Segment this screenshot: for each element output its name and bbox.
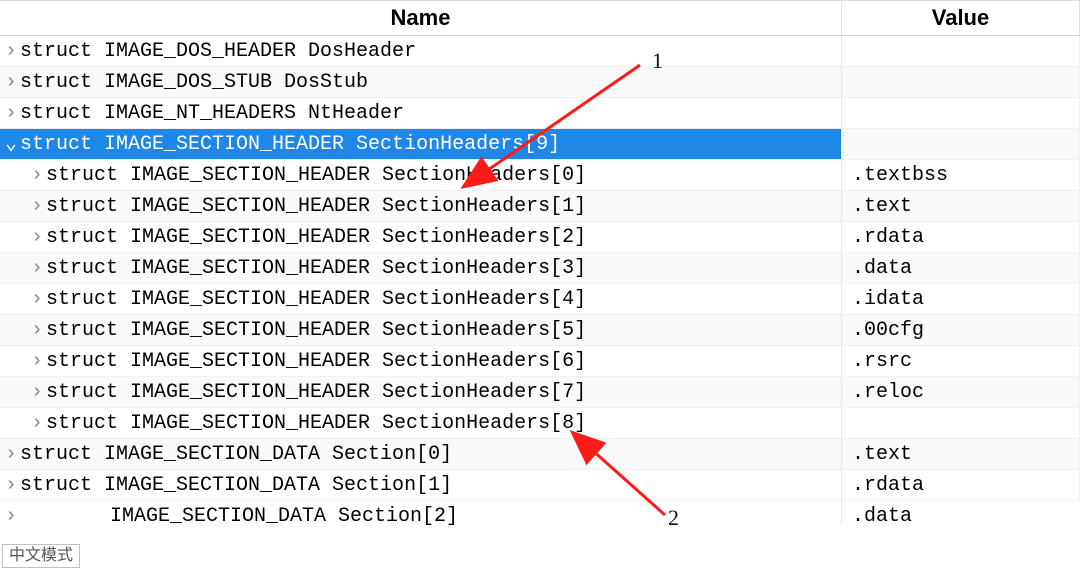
chevron-down-icon[interactable]: ⌄ — [2, 129, 20, 159]
chevron-right-icon[interactable]: › — [28, 160, 46, 190]
struct-name: struct IMAGE_DOS_HEADER DosHeader — [20, 40, 416, 63]
struct-name: struct IMAGE_NT_HEADERS NtHeader — [20, 102, 404, 125]
struct-value — [842, 129, 1080, 159]
struct-value: .reloc — [842, 377, 1080, 407]
struct-value: .data — [842, 501, 1080, 525]
struct-name: struct IMAGE_SECTION_HEADER SectionHeade… — [46, 288, 586, 311]
chevron-right-icon[interactable]: › — [28, 284, 46, 314]
struct-name: struct IMAGE_SECTION_HEADER SectionHeade… — [46, 350, 586, 373]
table-row[interactable]: ›struct IMAGE_SECTION_HEADER SectionHead… — [0, 346, 1080, 377]
struct-value: .rsrc — [842, 346, 1080, 376]
chevron-right-icon[interactable]: › — [28, 315, 46, 345]
struct-value — [842, 408, 1080, 438]
table-row[interactable]: ›struct IMAGE_SECTION_HEADER SectionHead… — [0, 377, 1080, 408]
table-header: Name Value — [0, 0, 1080, 36]
struct-value — [842, 67, 1080, 97]
struct-name: struct IMAGE_SECTION_HEADER SectionHeade… — [46, 226, 586, 249]
struct-value: .text — [842, 191, 1080, 221]
chevron-right-icon[interactable]: › — [2, 439, 20, 469]
struct-value — [842, 98, 1080, 128]
struct-value: .text — [842, 439, 1080, 469]
struct-name: struct IMAGE_SECTION_DATA Section[1] — [20, 474, 452, 497]
struct-name: struct IMAGE_SECTION_HEADER SectionHeade… — [46, 257, 586, 280]
struct-value: .rdata — [842, 470, 1080, 500]
struct-tree-table: Name Value ›struct IMAGE_DOS_HEADER DosH… — [0, 0, 1080, 525]
table-row[interactable]: ›struct IMAGE_SECTION_HEADER SectionHead… — [0, 315, 1080, 346]
struct-name: struct IMAGE_SECTION_HEADER SectionHeade… — [46, 381, 586, 404]
struct-name: struct IMAGE_SECTION_HEADER SectionHeade… — [46, 319, 586, 342]
table-row[interactable]: ⌄struct IMAGE_SECTION_HEADER SectionHead… — [0, 129, 1080, 160]
chevron-right-icon[interactable]: › — [2, 501, 20, 525]
struct-name: IMAGE_SECTION_DATA Section[2] — [20, 505, 458, 525]
chevron-right-icon[interactable]: › — [2, 98, 20, 128]
table-row[interactable]: ›struct IMAGE_DOS_HEADER DosHeader — [0, 36, 1080, 67]
struct-name: struct IMAGE_SECTION_HEADER SectionHeade… — [46, 195, 586, 218]
struct-name: struct IMAGE_SECTION_HEADER SectionHeade… — [20, 133, 560, 156]
struct-value: .textbss — [842, 160, 1080, 190]
header-name-label: Name — [391, 5, 451, 31]
chevron-right-icon[interactable]: › — [28, 222, 46, 252]
table-row[interactable]: ›struct IMAGE_SECTION_DATA Section[0] .te… — [0, 439, 1080, 470]
table-row[interactable]: ›struct IMAGE_SECTION_HEADER SectionHead… — [0, 222, 1080, 253]
struct-value: .00cfg — [842, 315, 1080, 345]
chevron-right-icon[interactable]: › — [28, 377, 46, 407]
table-row[interactable]: ›struct IMAGE_NT_HEADERS NtHeader — [0, 98, 1080, 129]
struct-value — [842, 36, 1080, 66]
struct-name: struct IMAGE_DOS_STUB DosStub — [20, 71, 368, 94]
chevron-right-icon[interactable]: › — [28, 408, 46, 438]
table-row[interactable]: ›struct IMAGE_SECTION_HEADER SectionHead… — [0, 191, 1080, 222]
chevron-right-icon[interactable]: › — [2, 67, 20, 97]
table-row[interactable]: ›struct IMAGE_SECTION_HEADER SectionHead… — [0, 284, 1080, 315]
chevron-right-icon[interactable]: › — [28, 253, 46, 283]
table-row[interactable]: ›struct IMAGE_SECTION_DATA Section[1] .rd… — [0, 470, 1080, 501]
struct-name: struct IMAGE_SECTION_DATA Section[0] — [20, 443, 452, 466]
ime-mode-badge: 中文模式 — [2, 544, 80, 568]
table-row[interactable]: ›IMAGE_SECTION_DATA Section[2] .data — [0, 501, 1080, 525]
header-value-label: Value — [932, 5, 989, 31]
table-row[interactable]: ›struct IMAGE_SECTION_HEADER SectionHead… — [0, 253, 1080, 284]
chevron-right-icon[interactable]: › — [28, 346, 46, 376]
struct-name: struct IMAGE_SECTION_HEADER SectionHeade… — [46, 412, 586, 435]
table-row[interactable]: ›struct IMAGE_SECTION_HEADER SectionHead… — [0, 160, 1080, 191]
header-value[interactable]: Value — [842, 1, 1080, 35]
struct-value: .idata — [842, 284, 1080, 314]
chevron-right-icon[interactable]: › — [2, 36, 20, 66]
struct-name: struct IMAGE_SECTION_HEADER SectionHeade… — [46, 164, 586, 187]
chevron-right-icon[interactable]: › — [2, 470, 20, 500]
header-name[interactable]: Name — [0, 1, 842, 35]
table-row[interactable]: ›struct IMAGE_DOS_STUB DosStub — [0, 67, 1080, 98]
chevron-right-icon[interactable]: › — [28, 191, 46, 221]
struct-value: .data — [842, 253, 1080, 283]
table-row[interactable]: ›struct IMAGE_SECTION_HEADER SectionHead… — [0, 408, 1080, 439]
struct-value: .rdata — [842, 222, 1080, 252]
table-body: ›struct IMAGE_DOS_HEADER DosHeader›struc… — [0, 36, 1080, 501]
